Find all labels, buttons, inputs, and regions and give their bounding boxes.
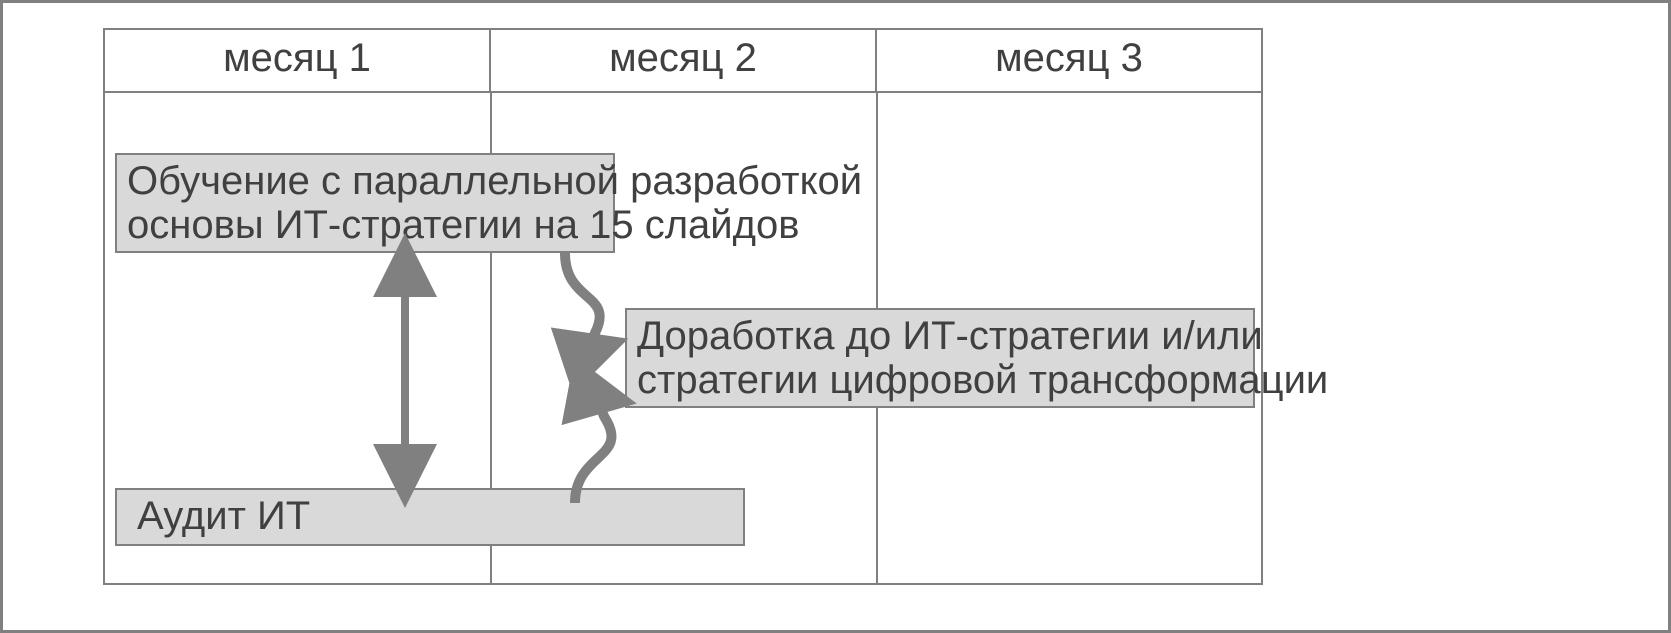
task-audit-label: Аудит ИТ — [137, 494, 310, 538]
task-training-line1: Обучение с параллельной разработкой — [127, 159, 603, 203]
diagram-canvas: { "months": ["месяц 1", "месяц 2", "меся… — [0, 0, 1671, 633]
task-audit: Аудит ИТ — [115, 488, 745, 546]
timeline-grid: месяц 1 месяц 2 месяц 3 Обучение с парал… — [103, 28, 1263, 585]
double-arrow-icon — [385, 253, 425, 488]
timeline-body: Обучение с параллельной разработкой осно… — [105, 93, 1261, 583]
task-training: Обучение с параллельной разработкой осно… — [115, 153, 615, 253]
timeline-header: месяц 1 месяц 2 месяц 3 — [105, 30, 1261, 93]
task-refine: Доработка до ИТ-стратегии и/или стратеги… — [625, 308, 1255, 408]
month-3-header: месяц 3 — [877, 30, 1261, 91]
task-training-line2: основы ИТ-стратегии на 15 слайдов — [127, 203, 603, 247]
task-refine-line1: Доработка до ИТ-стратегии и/или — [637, 314, 1243, 358]
month-2-header: месяц 2 — [491, 30, 877, 91]
task-refine-line2: стратегии цифровой трансформации — [637, 358, 1243, 402]
month-1-header: месяц 1 — [105, 30, 491, 91]
